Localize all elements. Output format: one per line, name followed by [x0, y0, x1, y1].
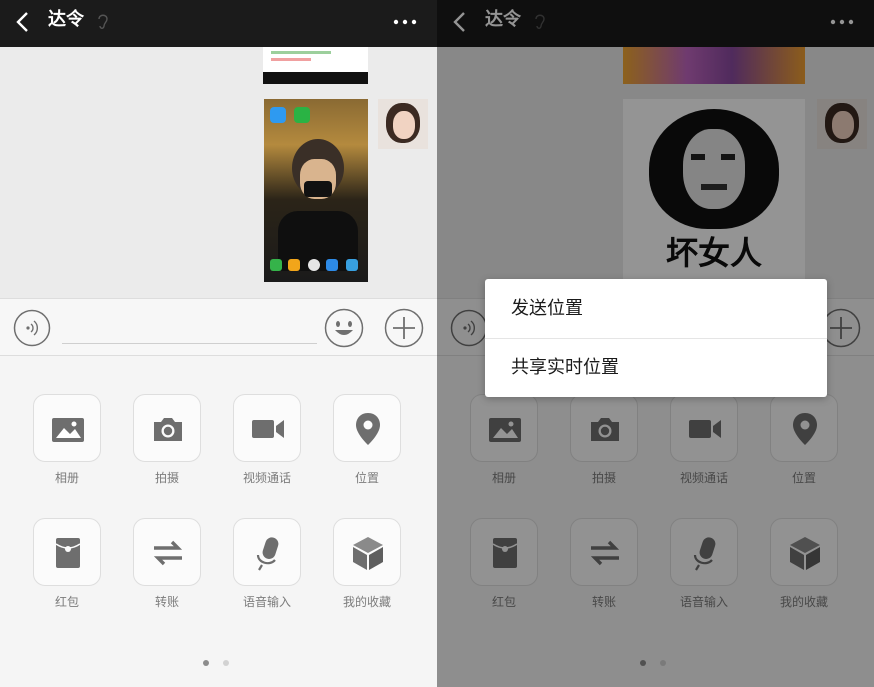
tool-label: 转账: [154, 595, 179, 609]
message-input[interactable]: [62, 343, 317, 344]
earpiece-mode-icon: [98, 14, 108, 29]
tool-favorites[interactable]: 我的收藏: [317, 518, 417, 628]
function-panel: 相册 拍摄 视频通话 位置 红包 转账 语音输入 我的收藏: [0, 356, 437, 687]
tool-location[interactable]: 位置: [317, 394, 417, 504]
video-call-icon: [252, 420, 284, 438]
tool-label: 拍摄: [154, 471, 179, 485]
screenshot-message-partial[interactable]: [263, 47, 368, 84]
tool-red-packet[interactable]: 红包: [17, 518, 117, 628]
tool-label: 相册: [54, 471, 79, 485]
title-bar: 达令: [0, 0, 437, 47]
page-dot: [223, 660, 229, 666]
more-functions-plus-icon[interactable]: [384, 308, 424, 348]
emoji-icon[interactable]: [324, 308, 364, 348]
page-dot-active: [203, 660, 209, 666]
voice-input-icon[interactable]: [13, 309, 51, 347]
screenshot-message[interactable]: [264, 99, 368, 282]
camera-icon: [154, 418, 182, 441]
location-options-menu: 发送位置 共享实时位置: [485, 279, 827, 397]
tool-label: 我的收藏: [342, 595, 391, 609]
tool-label: 位置: [354, 471, 379, 485]
more-options-icon[interactable]: [391, 12, 419, 32]
send-location-option[interactable]: 发送位置: [485, 279, 827, 338]
favorites-icon: [353, 537, 383, 570]
page-indicator: [203, 660, 233, 668]
avatar[interactable]: [378, 99, 428, 149]
red-packet-icon: [55, 538, 81, 568]
tool-transfer[interactable]: 转账: [117, 518, 217, 628]
location-icon: [356, 413, 380, 445]
tool-video-call[interactable]: 视频通话: [217, 394, 317, 504]
back-arrow-icon[interactable]: [10, 8, 36, 36]
tool-album[interactable]: 相册: [17, 394, 117, 504]
tool-label: 视频通话: [242, 471, 291, 485]
tool-label: 语音输入: [242, 595, 291, 609]
tool-camera[interactable]: 拍摄: [117, 394, 217, 504]
chat-screen-left: 达令 相册 拍摄 视频通话 位置 红包 转账 语音输入 我的收藏: [0, 0, 437, 687]
tool-label: 红包: [54, 595, 79, 609]
transfer-icon: [153, 540, 183, 566]
message-list[interactable]: [0, 47, 437, 298]
input-bar: [0, 298, 437, 356]
share-live-location-option[interactable]: 共享实时位置: [485, 338, 827, 397]
chat-screen-right: 达令 坏女人 相册 拍摄 视频通话 位置 红包 转账 语音输入 我的收藏 发送位…: [437, 0, 874, 687]
chat-title: 达令: [48, 9, 84, 30]
microphone-icon: [256, 537, 279, 571]
album-icon: [52, 418, 84, 442]
tool-voice-input[interactable]: 语音输入: [217, 518, 317, 628]
